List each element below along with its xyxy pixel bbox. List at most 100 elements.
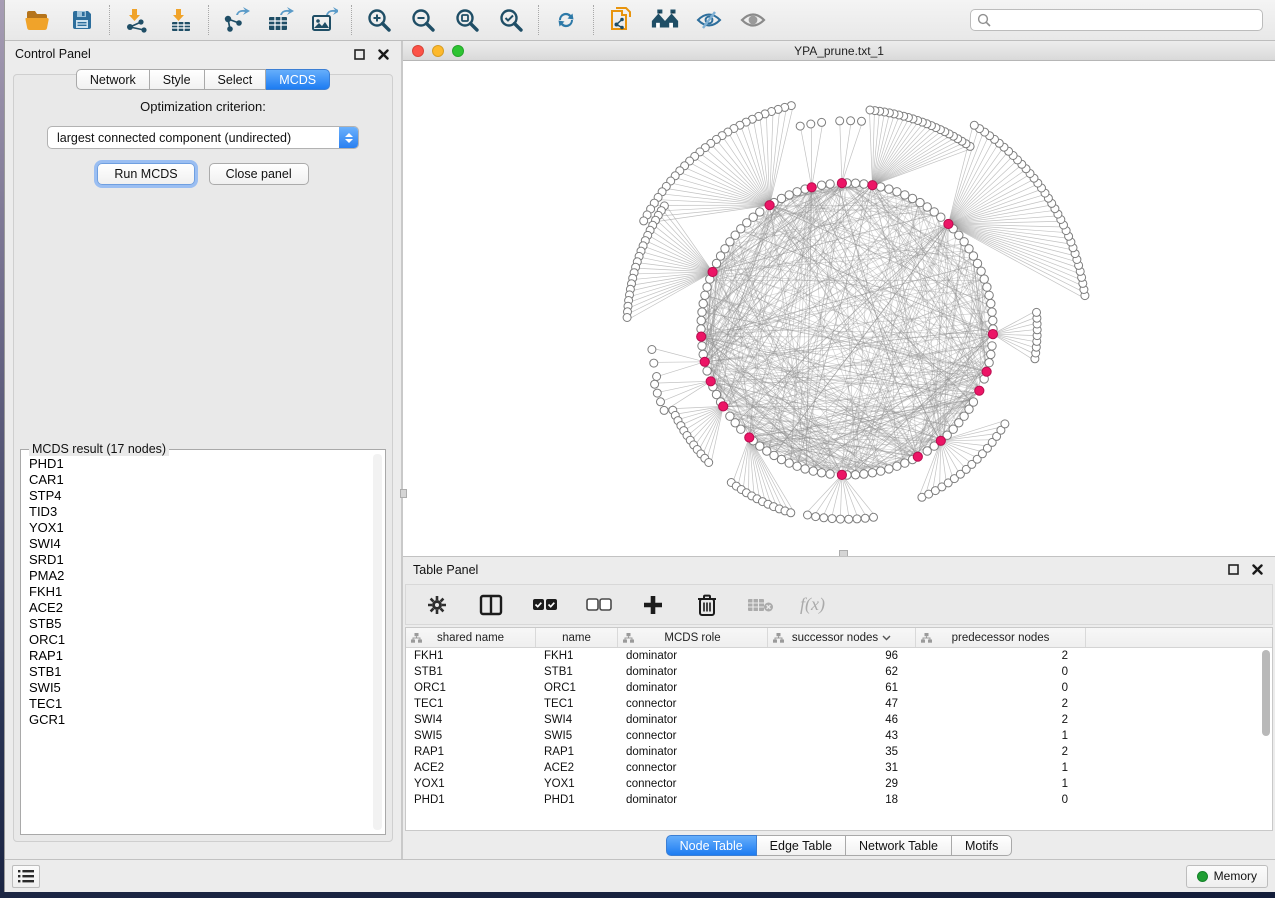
network-edge[interactable] — [801, 130, 812, 187]
network-node[interactable] — [987, 299, 995, 307]
network-edge[interactable] — [654, 205, 769, 211]
network-node[interactable] — [901, 191, 909, 199]
tab-node-table[interactable]: Node Table — [666, 835, 757, 856]
tab-motifs[interactable]: Motifs — [952, 835, 1012, 856]
mcds-result-item[interactable]: RAP1 — [27, 648, 371, 664]
network-node[interactable] — [916, 198, 924, 206]
mcds-hub-node[interactable] — [944, 219, 953, 228]
search-input[interactable] — [995, 13, 1256, 27]
network-node[interactable] — [853, 515, 861, 523]
search-field[interactable] — [970, 9, 1263, 31]
optimization-criterion-select[interactable]: largest connected component (undirected) — [47, 126, 359, 149]
network-graph[interactable] — [403, 61, 1272, 555]
network-node[interactable] — [985, 291, 993, 299]
column-header-successor-nodes[interactable]: successor nodes — [768, 628, 916, 647]
network-node[interactable] — [698, 342, 706, 350]
table-scrollbar[interactable] — [1262, 650, 1270, 736]
tab-edge-table[interactable]: Edge Table — [757, 835, 846, 856]
mcds-result-item[interactable]: SRD1 — [27, 552, 371, 568]
table-row[interactable]: STB1STB1dominator620 — [406, 664, 1272, 680]
network-node[interactable] — [817, 181, 825, 189]
result-list-scrollbar[interactable] — [373, 454, 382, 830]
network-edge[interactable] — [842, 475, 873, 513]
network-node[interactable] — [826, 470, 834, 478]
mcds-hub-node[interactable] — [988, 330, 997, 339]
network-edge[interactable] — [656, 349, 705, 362]
delete-trash-icon[interactable] — [692, 590, 722, 620]
network-node[interactable] — [818, 118, 826, 126]
table-row[interactable]: PHD1PHD1dominator180 — [406, 792, 1272, 808]
network-node[interactable] — [804, 511, 812, 519]
mcds-result-item[interactable]: ACE2 — [27, 600, 371, 616]
network-node[interactable] — [697, 316, 705, 324]
network-node[interactable] — [651, 380, 659, 388]
network-node[interactable] — [793, 462, 801, 470]
network-edge[interactable] — [652, 237, 713, 272]
mcds-hub-node[interactable] — [913, 452, 922, 461]
network-edge[interactable] — [941, 441, 946, 480]
table-row[interactable]: SWI4SWI4dominator462 — [406, 712, 1272, 728]
network-node[interactable] — [885, 465, 893, 473]
network-node[interactable] — [988, 342, 996, 350]
network-node[interactable] — [877, 183, 885, 191]
mcds-hub-node[interactable] — [745, 433, 754, 442]
network-edge[interactable] — [708, 406, 723, 455]
export-image-icon[interactable] — [309, 5, 339, 35]
network-edge[interactable] — [812, 127, 822, 188]
network-node[interactable] — [657, 398, 665, 406]
eye-icon[interactable] — [738, 5, 768, 35]
minimize-window-icon[interactable] — [432, 45, 444, 57]
mcds-hub-node[interactable] — [700, 357, 709, 366]
network-edge[interactable] — [993, 334, 1032, 352]
network-node[interactable] — [705, 459, 713, 467]
network-node[interactable] — [980, 275, 988, 283]
mcds-result-item[interactable]: SWI5 — [27, 680, 371, 696]
settings-gear-icon[interactable] — [422, 590, 452, 620]
network-node[interactable] — [845, 515, 853, 523]
export-network-icon[interactable] — [221, 5, 251, 35]
mcds-result-item[interactable]: PMA2 — [27, 568, 371, 584]
column-header-shared-name[interactable]: shared name — [406, 628, 536, 647]
import-network-icon[interactable] — [122, 5, 152, 35]
network-node[interactable] — [989, 316, 997, 324]
network-edge[interactable] — [816, 475, 842, 513]
network-node[interactable] — [826, 180, 834, 188]
network-edge[interactable] — [870, 114, 873, 185]
panel-split-handle[interactable] — [400, 489, 407, 498]
network-node[interactable] — [969, 398, 977, 406]
network-edge[interactable] — [662, 218, 713, 272]
network-node[interactable] — [983, 283, 991, 291]
column-header-name[interactable]: name — [536, 628, 618, 647]
network-edge[interactable] — [658, 362, 705, 363]
mcds-result-item[interactable]: FKH1 — [27, 584, 371, 600]
network-node[interactable] — [908, 194, 916, 202]
network-edge[interactable] — [824, 475, 842, 514]
network-node[interactable] — [860, 180, 868, 188]
mcds-hub-node[interactable] — [706, 377, 715, 386]
tab-network-table[interactable]: Network Table — [846, 835, 952, 856]
network-node[interactable] — [703, 367, 711, 375]
network-node[interactable] — [712, 259, 720, 267]
mcds-hub-node[interactable] — [982, 367, 991, 376]
network-node[interactable] — [698, 308, 706, 316]
network-edge[interactable] — [993, 324, 1033, 334]
column-header-MCDS-role[interactable]: MCDS role — [618, 628, 768, 647]
network-window-titlebar[interactable]: YPA_prune.txt_1 — [403, 41, 1275, 61]
network-node[interactable] — [870, 513, 878, 521]
network-node[interactable] — [836, 515, 844, 523]
network-node[interactable] — [777, 455, 785, 463]
add-column-icon[interactable] — [638, 590, 668, 620]
tab-mcds[interactable]: MCDS — [266, 69, 330, 90]
network-node[interactable] — [861, 514, 869, 522]
network-node[interactable] — [1033, 308, 1041, 316]
network-node[interactable] — [893, 462, 901, 470]
network-edge[interactable] — [668, 381, 711, 408]
mcds-hub-node[interactable] — [975, 386, 984, 395]
column-header-predecessor-nodes[interactable]: predecessor nodes — [916, 628, 1086, 647]
tab-select[interactable]: Select — [205, 69, 267, 90]
zoom-selected-icon[interactable] — [496, 5, 526, 35]
table-row[interactable]: YOX1YOX1connector291 — [406, 776, 1272, 792]
network-node[interactable] — [777, 194, 785, 202]
mcds-hub-node[interactable] — [837, 179, 846, 188]
network-node[interactable] — [868, 469, 876, 477]
